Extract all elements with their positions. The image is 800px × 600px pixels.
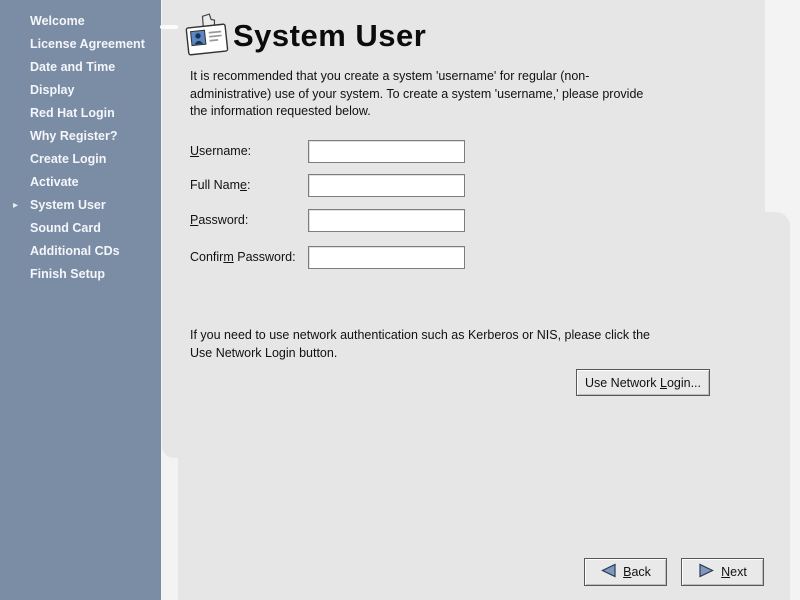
fullname-label: Full Name: bbox=[190, 178, 250, 192]
intro-paragraph: It is recommended that you create a syst… bbox=[190, 68, 643, 121]
setup-steps-sidebar: Welcome License Agreement Date and Time … bbox=[0, 0, 161, 600]
sidebar-item-display: Display bbox=[0, 79, 161, 102]
sidebar-item-license-agreement: License Agreement bbox=[0, 33, 161, 56]
sidebar-item-additional-cds: Additional CDs bbox=[0, 240, 161, 263]
sidebar-item-system-user: ▸ System User bbox=[0, 194, 161, 217]
password-input[interactable] bbox=[308, 209, 465, 232]
username-label: Username: bbox=[190, 144, 251, 158]
sidebar-connector-line bbox=[160, 25, 178, 29]
active-step-arrow-icon: ▸ bbox=[13, 194, 18, 217]
username-input[interactable] bbox=[308, 140, 465, 163]
sidebar-item-welcome: Welcome bbox=[0, 10, 161, 33]
sidebar-item-why-register: Why Register? bbox=[0, 125, 161, 148]
sidebar-item-finish-setup: Finish Setup bbox=[0, 263, 161, 286]
network-auth-paragraph: If you need to use network authenticatio… bbox=[190, 327, 650, 362]
sidebar-item-date-and-time: Date and Time bbox=[0, 56, 161, 79]
back-arrow-icon bbox=[600, 563, 617, 581]
back-button[interactable]: Back bbox=[584, 558, 667, 586]
use-network-login-button[interactable]: Use Network Login... bbox=[576, 369, 710, 396]
sidebar-item-sound-card: Sound Card bbox=[0, 217, 161, 240]
id-badge-icon bbox=[184, 12, 230, 65]
sidebar-item-activate: Activate bbox=[0, 171, 161, 194]
sidebar-item-create-login: Create Login bbox=[0, 148, 161, 171]
next-arrow-icon bbox=[698, 563, 715, 581]
password-label: Password: bbox=[190, 213, 248, 227]
setup-steps-list: Welcome License Agreement Date and Time … bbox=[0, 10, 161, 286]
page-title: System User bbox=[233, 18, 426, 54]
fullname-input[interactable] bbox=[308, 174, 465, 197]
confirm-password-label: Confirm Password: bbox=[190, 250, 296, 264]
sidebar-item-red-hat-login: Red Hat Login bbox=[0, 102, 161, 125]
confirm-password-input[interactable] bbox=[308, 246, 465, 269]
next-button[interactable]: Next bbox=[681, 558, 764, 586]
content-panel-bottom bbox=[178, 212, 790, 600]
